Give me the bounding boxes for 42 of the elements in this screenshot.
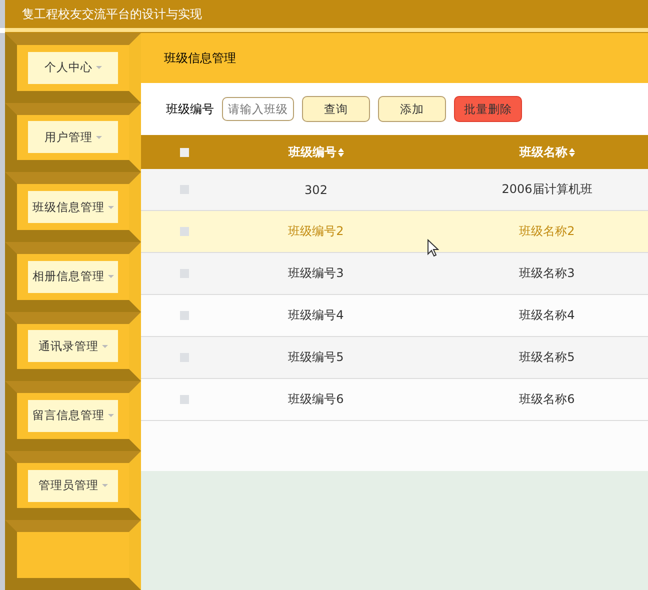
table-cell: 302: [304, 182, 328, 196]
sort-icon[interactable]: [338, 148, 344, 156]
caret-icon: [102, 484, 108, 488]
checkbox[interactable]: [180, 353, 188, 362]
caret-icon: [96, 136, 102, 139]
table-cell: 班级名称3: [519, 265, 575, 282]
sidebar-item[interactable]: 相册信息管理: [28, 260, 118, 293]
caret-icon: [96, 66, 102, 70]
action-button[interactable]: 添加: [378, 96, 446, 122]
caret-icon: [108, 414, 114, 418]
table-cell: 班级编号6: [288, 391, 344, 408]
sort-icon[interactable]: [568, 148, 574, 156]
table-cell: 班级编号3: [288, 265, 344, 282]
sidebar-item[interactable]: 通讯录管理: [28, 330, 118, 362]
checkbox[interactable]: [180, 185, 188, 194]
table-cell: 2006届计算机班: [502, 181, 592, 198]
table-cell: 班级名称5: [519, 349, 575, 366]
table-cell: 班级编号4: [288, 307, 344, 324]
checkbox[interactable]: [180, 148, 188, 156]
batch-delete-button[interactable]: 批量删除: [454, 96, 522, 122]
sidebar-item[interactable]: 用户管理: [28, 121, 118, 154]
table-cell: 班级编号5: [288, 349, 344, 366]
sidebar-item[interactable]: 管理员管理: [28, 470, 118, 502]
caret-icon: [108, 206, 114, 209]
caret-icon: [102, 344, 108, 348]
table-cell: 班级编号2: [288, 223, 344, 240]
table-cell: 班级名称4: [519, 307, 575, 324]
caret-icon: [108, 275, 114, 278]
checkbox[interactable]: [180, 395, 188, 404]
table-cell: 班级名称2: [519, 223, 575, 240]
window-title: 隻工程校友交流平台的设计与实现: [22, 6, 202, 22]
search-label: 班级编号: [166, 100, 214, 118]
sidebar-item[interactable]: 个人中心: [28, 52, 118, 84]
checkbox[interactable]: [180, 227, 188, 236]
sidebar-item[interactable]: 班级信息管理: [28, 191, 118, 224]
page-title: 班级信息管理: [164, 50, 236, 66]
search-field[interactable]: 请输入班级: [222, 97, 294, 121]
action-button[interactable]: 查询: [302, 96, 370, 122]
checkbox[interactable]: [180, 269, 188, 278]
checkbox[interactable]: [180, 311, 188, 320]
table-cell: 班级名称6: [519, 391, 575, 408]
sidebar-item[interactable]: 留言信息管理: [28, 400, 118, 432]
